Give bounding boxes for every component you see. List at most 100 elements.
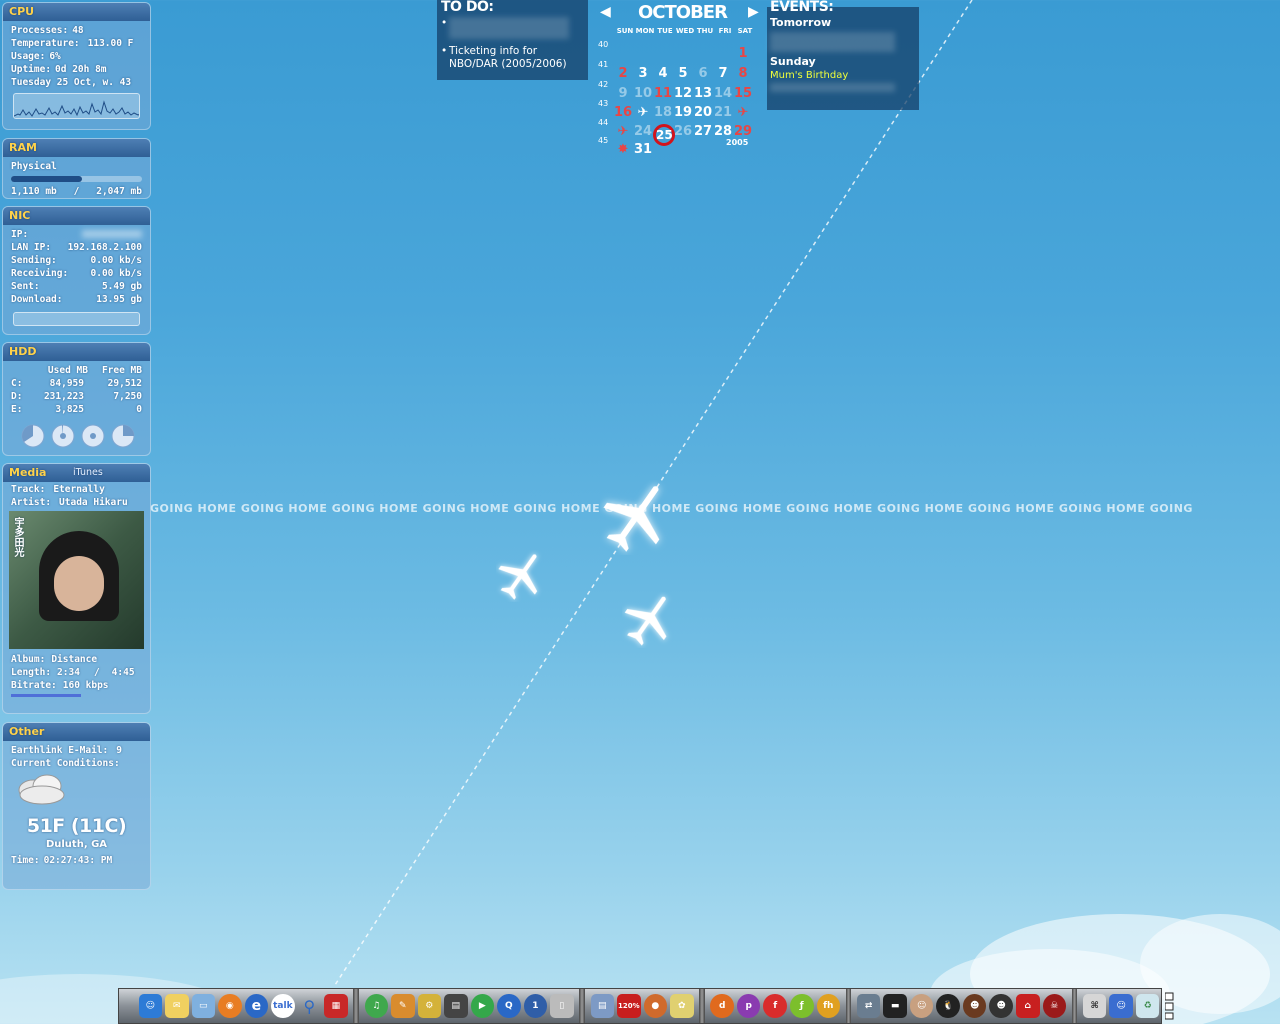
mailbox-icon[interactable]: ⌂: [1015, 994, 1040, 1018]
calendar-day[interactable]: 31: [633, 142, 653, 157]
calendar-day[interactable]: 14: [713, 86, 733, 101]
calendar-day-airplane-icon[interactable]: ✈: [633, 105, 653, 120]
monkey-icon[interactable]: ☻: [962, 994, 987, 1018]
calendar-day[interactable]: 1: [733, 46, 753, 61]
flag-app-icon[interactable]: ▦: [324, 994, 348, 1018]
cat-icon[interactable]: ✿: [670, 994, 694, 1018]
calendar-day[interactable]: 2: [613, 66, 633, 81]
dock-bar: ☺ ✉ ▭ ◉ e talk ⚲ ▦ ♫ ✎ ⚙ ▤ ▶ Q 1 ▯ ▤ 120…: [118, 988, 1174, 1024]
finder-face-icon[interactable]: ☺: [1109, 994, 1133, 1018]
apple-system-icon[interactable]: ⌘: [1082, 994, 1107, 1018]
dock-handle[interactable]: [1164, 991, 1175, 1021]
calendar-day-sun-icon[interactable]: ✸: [613, 142, 633, 157]
calendar-day[interactable]: 9: [613, 86, 633, 101]
calendar-day[interactable]: 28: [713, 124, 733, 139]
hdd-drive-row: E: 3,825 0: [11, 404, 142, 415]
todo-item[interactable]: [441, 17, 584, 43]
calendar-day-airplane-icon[interactable]: ✈: [613, 124, 633, 139]
nic-panel-title: NIC: [3, 207, 150, 225]
ram-label: Physical: [11, 161, 57, 172]
penguin-icon[interactable]: 🐧: [936, 994, 960, 1018]
dock-separator: [353, 989, 359, 1023]
cpu-row: Uptime: 0d 20h 8m: [11, 64, 107, 75]
calendar-day[interactable]: 8: [733, 66, 753, 81]
bittorrent-icon[interactable]: ⚙: [417, 994, 442, 1018]
info-icon[interactable]: 1: [523, 994, 548, 1018]
calendar-day[interactable]: 13: [693, 86, 713, 101]
calendar-prev-arrow-icon[interactable]: ◀: [600, 4, 611, 20]
document-icon[interactable]: ▤: [590, 994, 615, 1018]
internet-explorer-icon[interactable]: e: [244, 994, 269, 1018]
tools-icon[interactable]: ✎: [391, 994, 415, 1018]
media-progress-bar[interactable]: [11, 694, 81, 697]
todo-item[interactable]: Ticketing info for NBO/DAR (2005/2006): [441, 45, 584, 71]
calendar-day[interactable]: 12: [673, 86, 693, 101]
airplane-small-left-icon: [498, 554, 538, 600]
calendar-day[interactable]: 19: [673, 105, 693, 120]
ram-total: 2,047 mb: [96, 186, 142, 197]
media-player-icon[interactable]: ♫: [364, 994, 389, 1018]
firefox-icon[interactable]: ◉: [218, 994, 242, 1018]
calendar-day[interactable]: 7: [713, 66, 733, 81]
calendar-week-number: 41: [598, 60, 609, 69]
calendar-widget: ◀ OCTOBER ▶ SUN MON TUE WED THU FRI SAT 40 41 42 4…: [596, 0, 766, 157]
calendar-day[interactable]: 6: [693, 66, 713, 81]
recycle-bin-icon[interactable]: ♻: [1135, 994, 1160, 1018]
airplane-large-icon: [603, 486, 660, 552]
fireworks-icon[interactable]: p: [736, 994, 761, 1018]
calendar-day[interactable]: 29: [733, 124, 753, 139]
events-blurred-entry: [770, 32, 895, 52]
event-birthday[interactable]: Mum's Birthday: [770, 70, 916, 81]
media-panel-title: Media: [9, 466, 47, 479]
calendar-day[interactable]: 16: [613, 105, 633, 120]
calendar-day[interactable]: 25: [653, 124, 675, 146]
aim-runner-icon[interactable]: ⚲: [298, 994, 322, 1018]
acrobat-icon[interactable]: 120%: [617, 994, 641, 1018]
calendar-day[interactable]: 24: [633, 124, 653, 139]
calendar-day[interactable]: 10: [633, 86, 653, 101]
network-icon[interactable]: ⇄: [856, 994, 881, 1018]
quicktime-icon[interactable]: Q: [497, 994, 521, 1018]
calendar-day[interactable]: 21: [713, 105, 733, 120]
events-widget: EVENTS: Tomorrow Sunday Mum's Birthday: [767, 0, 919, 110]
temperature-display: 51F (11C): [26, 815, 127, 837]
calendar-next-arrow-icon[interactable]: ▶: [748, 4, 759, 20]
calendar-day-airplane-icon[interactable]: ✈: [733, 105, 753, 120]
email-count[interactable]: 9: [116, 744, 122, 757]
google-talk-icon[interactable]: talk: [271, 994, 295, 1018]
calendar-day[interactable]: 27: [693, 124, 713, 139]
explorer-window-icon[interactable]: ▭: [191, 994, 216, 1018]
film-icon[interactable]: ▤: [444, 994, 468, 1018]
conditions-label: Current Conditions:: [11, 758, 120, 769]
calendar-day[interactable]: 20: [693, 105, 713, 120]
cpu-row: Usage: 6%: [11, 51, 61, 62]
finder-icon[interactable]: ☺: [138, 994, 163, 1018]
calendar-day[interactable]: 4: [653, 66, 673, 81]
media-album: Distance: [51, 654, 98, 665]
nero-burn-icon[interactable]: ●: [643, 994, 668, 1018]
calendar-day[interactable]: 11: [653, 86, 673, 101]
devil-icon[interactable]: ☠: [1042, 994, 1067, 1018]
ram-usage-fill: [11, 176, 82, 182]
dreamweaver-icon[interactable]: d: [710, 994, 734, 1018]
nic-row: Receiving: 0.00 kb/s: [11, 268, 142, 279]
flash-icon[interactable]: f: [763, 994, 787, 1018]
ipod-icon[interactable]: ▯: [550, 994, 574, 1018]
face-icon[interactable]: ☺: [909, 994, 934, 1018]
play-icon[interactable]: ▶: [470, 994, 495, 1018]
character-icon[interactable]: ☻: [989, 994, 1013, 1018]
calendar-day[interactable]: 5: [673, 66, 693, 81]
calendar-dow-label: WED: [675, 27, 695, 35]
mail-icon[interactable]: ✉: [165, 994, 189, 1018]
calendar-dow-label: THU: [696, 27, 714, 35]
album-cover-text: 宇多田光: [12, 517, 23, 557]
terminal-icon[interactable]: ▬: [883, 994, 907, 1018]
calendar-day[interactable]: 15: [733, 86, 753, 101]
calendar-day[interactable]: 3: [633, 66, 653, 81]
freehand-icon[interactable]: fh: [816, 994, 841, 1018]
contribute-icon[interactable]: ƒ: [789, 994, 814, 1018]
ram-panel: RAM Physical 1,110 mb / 2,047 mb: [2, 138, 151, 199]
media-track: Eternally: [53, 484, 105, 495]
calendar-day[interactable]: 26: [673, 124, 693, 139]
calendar-day[interactable]: 18: [653, 105, 673, 120]
